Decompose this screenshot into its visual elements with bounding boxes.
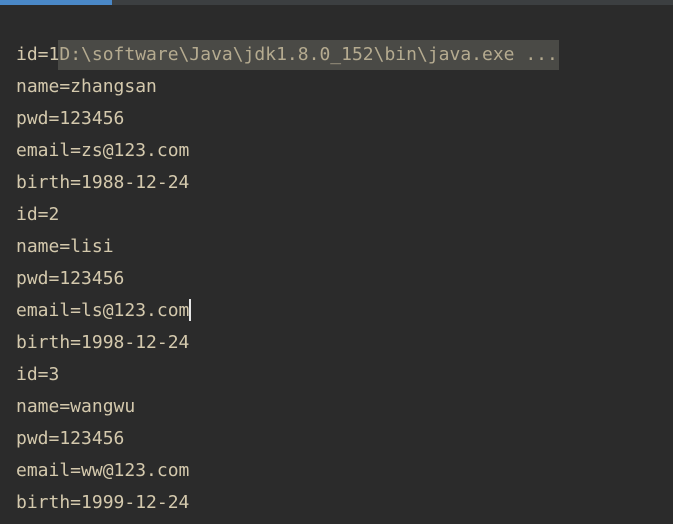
output-text: email=ls@123.com xyxy=(16,300,190,321)
output-line: birth=1988-12-24 xyxy=(16,172,190,193)
output-line: name=zhangsan xyxy=(16,76,157,97)
output-line: name=lisi xyxy=(16,236,114,257)
output-line: pwd=123456 xyxy=(16,268,125,289)
output-line: pwd=123456 xyxy=(16,428,125,449)
command-line: D:\software\Java\jdk1.8.0_152\bin\java.e… xyxy=(0,7,673,70)
output-line: birth=1999-12-24 xyxy=(16,492,190,513)
output-line: email=ww@123.com xyxy=(16,460,190,481)
output-line: birth=1998-12-24 xyxy=(16,332,190,353)
output-line: id=1 xyxy=(16,44,60,65)
output-line: email=zs@123.com xyxy=(16,140,190,161)
output-line: name=wangwu xyxy=(16,396,136,417)
output-line: id=3 xyxy=(16,364,60,385)
console-output[interactable]: D:\software\Java\jdk1.8.0_152\bin\java.e… xyxy=(0,7,673,519)
text-caret xyxy=(189,298,192,321)
output-line: id=2 xyxy=(16,204,60,225)
active-tab-indicator xyxy=(0,0,112,5)
output-line: pwd=123456 xyxy=(16,108,125,129)
output-line-with-caret: email=ls@123.com xyxy=(0,295,673,327)
